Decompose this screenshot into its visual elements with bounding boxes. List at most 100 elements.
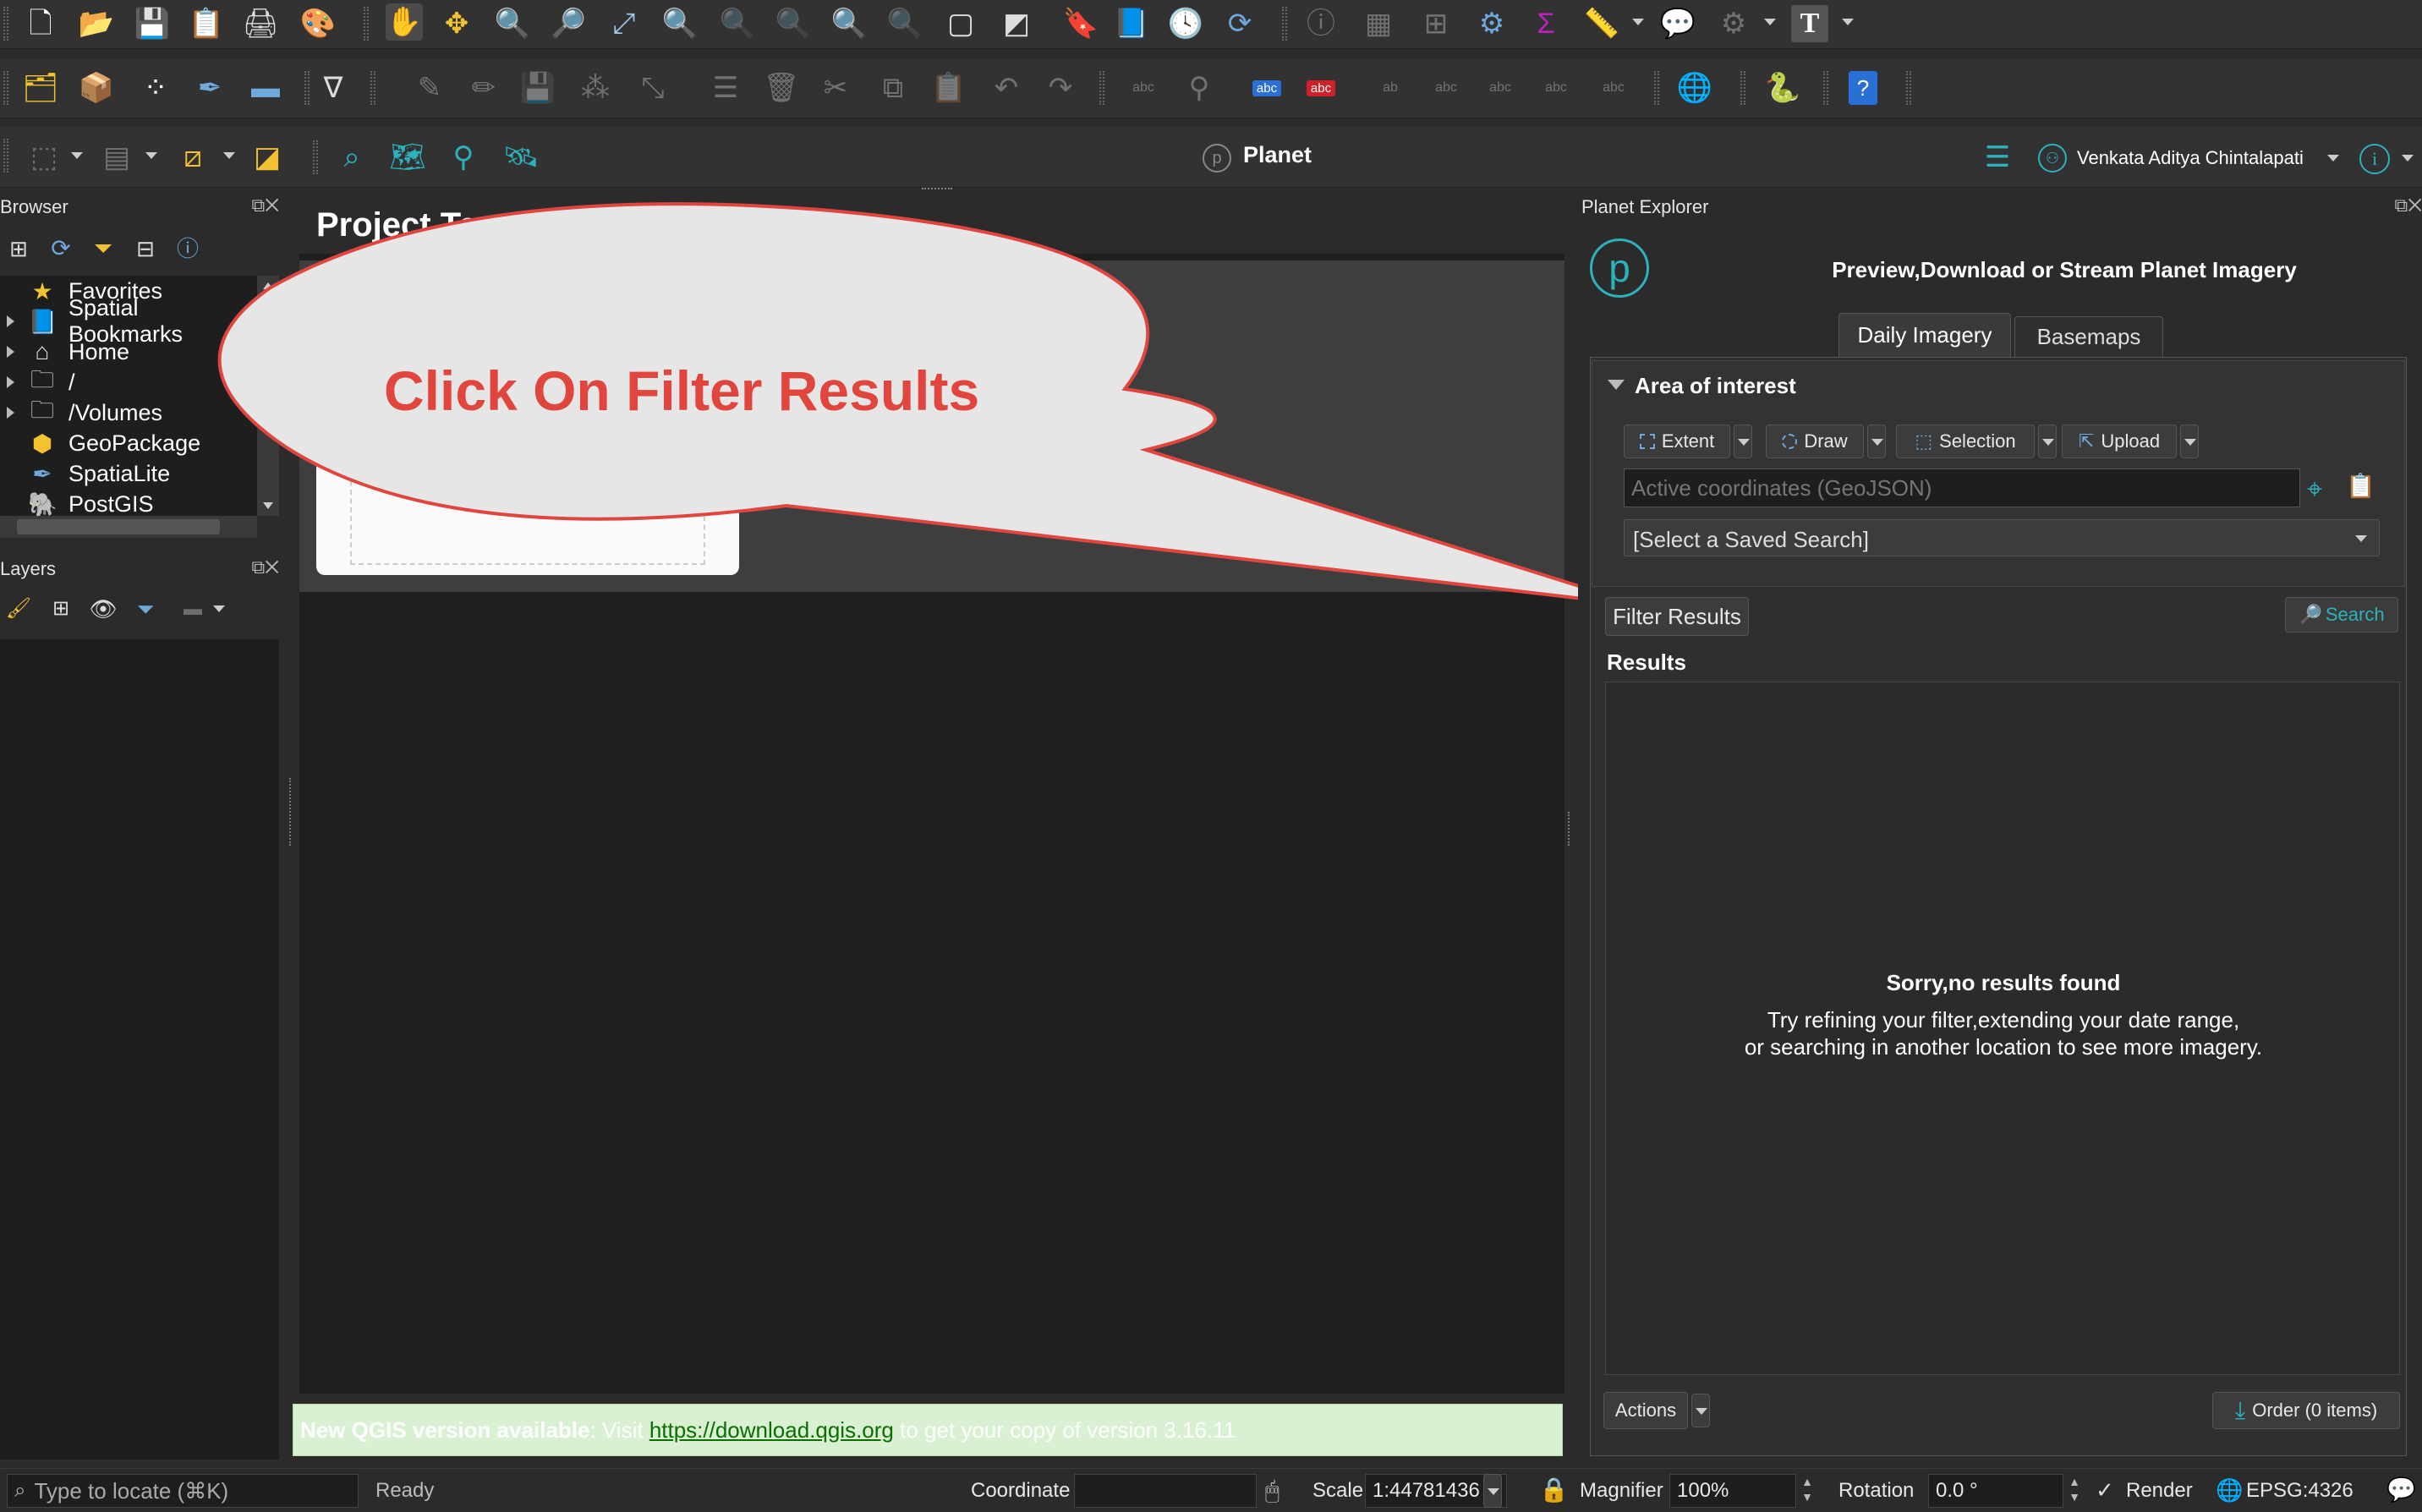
map-tips-icon[interactable]: 💬	[1659, 5, 1696, 42]
new-bookmark-icon[interactable]: 🔖	[1062, 5, 1099, 42]
info-icon[interactable]: i	[2359, 144, 2390, 174]
toolbar-handle[interactable]	[3, 139, 8, 173]
zoom-last-icon[interactable]: 🔍	[830, 5, 868, 42]
chevron-down-icon[interactable]	[145, 152, 157, 159]
show-bookmarks-icon[interactable]: 📘	[1113, 5, 1150, 42]
vertex-tool-icon[interactable]: ⤡	[634, 69, 671, 107]
save-project-icon[interactable]: 💾	[134, 5, 171, 42]
chevron-down-icon[interactable]	[1632, 19, 1644, 25]
tree-item-geopackage[interactable]: ⬢ GeoPackage	[0, 428, 200, 458]
selection-button[interactable]: ⬚ Selection	[1896, 425, 2035, 458]
expand-arrow-icon[interactable]	[7, 346, 14, 358]
planet-basemap-icon[interactable]: 🗺	[389, 139, 426, 176]
digitize-icon[interactable]: ✒	[191, 69, 228, 107]
coordinate-field[interactable]	[1074, 1474, 1257, 1508]
show-hide-label-icon[interactable]: abc	[1427, 69, 1465, 107]
zoom-in-icon[interactable]: 🔍	[494, 5, 531, 42]
layout-manager-icon[interactable]: 🖨	[242, 5, 279, 42]
properties-info-icon[interactable]: ⓘ	[173, 233, 203, 264]
visibility-eye-icon[interactable]: 👁	[88, 594, 118, 624]
refresh-icon[interactable]: ⟳	[46, 233, 76, 264]
user-avatar-icon[interactable]: ⚇	[2038, 144, 2067, 173]
planet-inspector-icon[interactable]: ⚲	[445, 139, 482, 176]
new-project-icon[interactable]: 🗋	[22, 5, 59, 42]
expand-arrow-icon[interactable]	[7, 407, 14, 419]
tree-item-spatialite[interactable]: ✒ SpatiaLite	[0, 458, 170, 489]
tab-basemaps[interactable]: Basemaps	[2014, 316, 2163, 357]
filter-icon[interactable]: ⏷	[88, 233, 118, 264]
new-geopackage-layer-icon[interactable]: 📦	[78, 69, 115, 107]
actions-dropdown[interactable]	[1691, 1394, 1710, 1427]
new-temporary-layer-icon[interactable]: ⁘	[137, 69, 174, 107]
change-label-icon[interactable]: abc	[1595, 69, 1632, 107]
open-project-icon[interactable]: 📂	[78, 5, 115, 42]
label-tool-icon[interactable]: abc	[1125, 69, 1162, 107]
move-label-icon[interactable]: abc	[1482, 69, 1519, 107]
toggle-label-display-icon[interactable]: abc	[1302, 69, 1340, 107]
coordinates-input[interactable]	[1624, 468, 2300, 507]
toolbar-handle[interactable]	[3, 71, 8, 105]
draw-dropdown[interactable]	[1867, 425, 1886, 458]
globe-plugin-icon[interactable]: 🌐	[1676, 69, 1713, 107]
draw-button[interactable]: Draw	[1766, 425, 1864, 458]
toolbar-handle[interactable]	[3, 7, 8, 41]
render-checkbox[interactable]: ✓	[2096, 1477, 2114, 1504]
data-source-manager-icon[interactable]: 🗂	[22, 69, 59, 107]
tab-daily-imagery[interactable]: Daily Imagery	[1838, 313, 2011, 357]
dock-splitter-handle[interactable]	[289, 778, 294, 846]
style-manager-icon[interactable]: 🎨	[299, 5, 337, 42]
vector-filter-icon[interactable]: ∇	[315, 69, 352, 107]
selection-dropdown[interactable]	[2038, 425, 2057, 458]
scale-dropdown[interactable]	[1483, 1474, 1502, 1508]
order-button[interactable]: ⤓ Order (0 items)	[2212, 1392, 2400, 1429]
help-icon[interactable]: ?	[1849, 71, 1877, 105]
filter-legend-icon[interactable]: ⏷	[130, 594, 161, 624]
user-name[interactable]: Venkata Aditya Chintalapati	[2077, 147, 2304, 169]
panel-resize-handle[interactable]	[922, 188, 952, 193]
processing-toolbox-icon[interactable]: ⚙	[1473, 5, 1510, 42]
expand-arrow-icon[interactable]	[7, 376, 14, 388]
rotate-label-icon[interactable]: abc	[1537, 69, 1575, 107]
download-link[interactable]: https://download.qgis.org	[649, 1417, 894, 1444]
tree-item-volumes[interactable]: 🗀 /Volumes	[0, 397, 162, 428]
collapse-triangle-icon[interactable]	[1608, 380, 1625, 390]
copy-coordinates-icon[interactable]: 📋	[2346, 472, 2375, 500]
tree-item-home[interactable]: ⌂ Home	[0, 337, 129, 367]
panel-float-close-icon[interactable]: ⧉✕	[2395, 194, 2422, 216]
crs-globe-icon[interactable]: 🌐	[2216, 1477, 2243, 1504]
zoom-to-selection-icon[interactable]: 🔍	[661, 5, 699, 42]
dock-splitter-handle[interactable]	[1568, 812, 1573, 846]
settings-gear-icon[interactable]: ⚙	[1715, 5, 1752, 42]
planet-tasking-icon[interactable]: 🛰	[502, 139, 540, 176]
copy-features-icon[interactable]: ⧉	[874, 69, 912, 107]
tree-item-postgis[interactable]: 🐘 PostGIS	[0, 489, 154, 517]
refresh-icon[interactable]: ⟳	[1221, 5, 1258, 42]
zoom-native-icon[interactable]: 🔍	[775, 5, 812, 42]
new-3d-view-icon[interactable]: ◩	[998, 5, 1035, 42]
measure-icon[interactable]: 📏	[1583, 5, 1620, 42]
mouse-coordinates-toggle-icon[interactable]: 🖱	[1265, 1477, 1279, 1505]
identify-icon[interactable]: ⓘ	[1302, 5, 1340, 42]
messages-icon[interactable]: 💬	[2386, 1476, 2416, 1504]
modify-attributes-icon[interactable]: ☰	[707, 69, 744, 107]
new-print-layout-icon[interactable]: 📋	[188, 5, 225, 42]
rotation-field[interactable]: 0.0 °	[1928, 1474, 2063, 1508]
text-annotation-icon[interactable]: T	[1791, 5, 1828, 42]
collapse-all-icon[interactable]: ⊟	[130, 233, 161, 264]
paste-features-icon[interactable]: 📋	[930, 69, 967, 107]
add-selected-layers-icon[interactable]: ⊞	[3, 233, 34, 264]
add-layer-icon[interactable]: ▬	[247, 69, 284, 107]
pan-to-selection-icon[interactable]: ✥	[438, 5, 475, 42]
new-map-view-icon[interactable]: ▢	[942, 5, 979, 42]
chevron-down-icon[interactable]	[71, 152, 83, 159]
select-location-icon[interactable]: ◪	[249, 139, 286, 176]
delete-selected-icon[interactable]: 🗑	[763, 69, 800, 107]
results-list[interactable]: Sorry,no results found Try refining your…	[1605, 682, 2400, 1375]
add-feature-icon[interactable]: ⁂	[577, 69, 614, 107]
field-calculator-icon[interactable]: ⊞	[1417, 5, 1455, 42]
zoom-to-layer-icon[interactable]: 🔍	[719, 5, 756, 42]
toggle-edit-icon[interactable]: ✏	[465, 69, 502, 107]
locator-search[interactable]: ⌕ Type to locate (⌘K)	[7, 1474, 359, 1508]
layer-styling-icon[interactable]: 🖌	[3, 594, 34, 624]
redo-icon[interactable]: ↷	[1042, 69, 1079, 107]
